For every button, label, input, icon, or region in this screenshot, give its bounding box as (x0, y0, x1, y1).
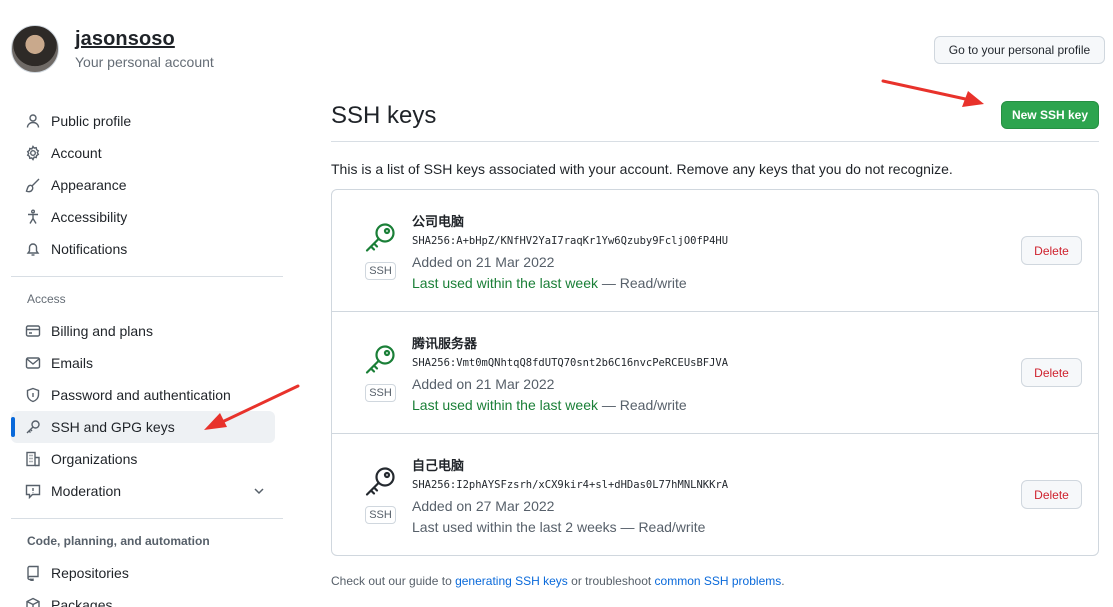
sidebar-item-appearance[interactable]: Appearance (11, 169, 275, 201)
sidebar-item-emails[interactable]: Emails (11, 347, 275, 379)
common-ssh-problems-link[interactable]: common SSH problems (655, 574, 782, 588)
list-item: SSH 公司电脑 SHA256:A+bHpZ/KNfHV2YaI7raqKr1Y… (332, 190, 1098, 312)
sidebar-divider (11, 276, 283, 277)
key-title: 自己电脑 (412, 458, 465, 473)
gear-icon (24, 144, 42, 162)
key-title: 公司电脑 (412, 214, 465, 229)
delete-key-button[interactable]: Delete (1021, 358, 1082, 387)
sidebar-item-label: SSH and GPG keys (51, 419, 175, 435)
sidebar-item-label: Account (51, 145, 102, 161)
sidebar-item-label: Public profile (51, 113, 132, 129)
key-fingerprint: SHA256:A+bHpZ/KNfHV2YaI7raqKr1Yw6Qzuby9F… (412, 235, 729, 247)
key-last-used-recent: Last used within the last week (412, 397, 598, 413)
package-icon (24, 596, 42, 607)
title-divider (331, 141, 1099, 142)
sidebar-item-label: Password and authentication (51, 387, 231, 403)
mail-icon (24, 354, 42, 372)
paintbrush-icon (24, 176, 42, 194)
person-icon (24, 112, 42, 130)
delete-key-button[interactable]: Delete (1021, 480, 1082, 509)
footer-text: . (781, 574, 785, 588)
sidebar-item-billing[interactable]: Billing and plans (11, 315, 275, 347)
footer-text: or troubleshoot (567, 574, 655, 588)
key-access-mode: — Read/write (598, 275, 687, 291)
user-header: jasonsoso Your personal account (11, 25, 214, 73)
bell-icon (24, 240, 42, 258)
sidebar-item-label: Moderation (51, 483, 122, 499)
sidebar-item-accessibility[interactable]: Accessibility (11, 201, 275, 233)
key-access-mode: — Read/write (598, 397, 687, 413)
page-title: SSH keys (331, 102, 437, 129)
repo-icon (24, 564, 42, 582)
sidebar-item-label: Appearance (51, 177, 127, 193)
key-icon (365, 345, 395, 374)
list-item: SSH 腾讯服务器 SHA256:Vmt0mQNhtqQ8fdUTQ70snt2… (332, 312, 1098, 434)
ssh-badge: SSH (365, 384, 396, 402)
delete-key-button[interactable]: Delete (1021, 236, 1082, 265)
sidebar-item-repositories[interactable]: Repositories (11, 557, 275, 589)
account-type-label: Your personal account (75, 54, 214, 70)
sidebar-divider (11, 518, 283, 519)
generating-ssh-keys-link[interactable]: generating SSH keys (455, 574, 568, 588)
key-fingerprint: SHA256:I2phAYSFzsrh/xCX9kir4+sl+dHDas0L7… (412, 479, 729, 491)
key-last-used: Last used within the last week — Read/wr… (412, 397, 687, 413)
sidebar-item-password[interactable]: Password and authentication (11, 379, 275, 411)
sidebar-group-code: Code, planning, and automation (27, 534, 210, 548)
key-icon (24, 418, 42, 436)
key-access-mode: Last used within the last 2 weeks — Read… (412, 519, 706, 535)
key-added-date: Added on 21 Mar 2022 (412, 254, 555, 270)
sidebar-item-packages[interactable]: Packages (11, 589, 275, 607)
sidebar-item-label: Organizations (51, 451, 138, 467)
sidebar-item-organizations[interactable]: Organizations (11, 443, 275, 475)
sidebar-group-access: Access (27, 292, 66, 306)
sidebar-item-label: Notifications (51, 241, 128, 257)
sidebar-item-label: Accessibility (51, 209, 128, 225)
sidebar-item-public-profile[interactable]: Public profile (11, 105, 275, 137)
sidebar-item-ssh-gpg-keys[interactable]: SSH and GPG keys (11, 411, 275, 443)
help-footer: Check out our guide to generating SSH ke… (331, 574, 785, 588)
key-icon (365, 467, 395, 496)
accessibility-icon (24, 208, 42, 226)
footer-text: Check out our guide to (331, 574, 456, 588)
annotation-arrow-new-key (881, 79, 984, 107)
sidebar-item-account[interactable]: Account (11, 137, 275, 169)
sidebar-item-moderation[interactable]: Moderation (11, 475, 275, 507)
settings-sidebar: Public profile Account Appearance Access… (11, 105, 283, 607)
key-last-used: Last used within the last week — Read/wr… (412, 275, 687, 291)
go-to-profile-button[interactable]: Go to your personal profile (934, 36, 1105, 64)
chevron-down-icon[interactable] (251, 483, 267, 499)
sidebar-item-label: Packages (51, 597, 113, 607)
sidebar-item-label: Repositories (51, 565, 129, 581)
username-link[interactable]: jasonsoso (75, 28, 214, 51)
key-last-used-recent: Last used within the last week (412, 275, 598, 291)
sidebar-item-label: Emails (51, 355, 94, 371)
ssh-badge: SSH (365, 262, 396, 280)
key-added-date: Added on 21 Mar 2022 (412, 376, 555, 392)
key-fingerprint: SHA256:Vmt0mQNhtqQ8fdUTQ70snt2b6C16nvcPe… (412, 357, 729, 369)
key-last-used: Last used within the last 2 weeks — Read… (412, 519, 705, 535)
credit-card-icon (24, 322, 42, 340)
ssh-keys-list: SSH 公司电脑 SHA256:A+bHpZ/KNfHV2YaI7raqKr1Y… (331, 189, 1099, 556)
sidebar-item-notifications[interactable]: Notifications (11, 233, 275, 265)
sidebar-item-label: Billing and plans (51, 323, 153, 339)
new-ssh-key-button[interactable]: New SSH key (1001, 101, 1099, 129)
key-added-date: Added on 27 Mar 2022 (412, 498, 555, 514)
key-title: 腾讯服务器 (412, 336, 478, 351)
organization-icon (24, 450, 42, 468)
intro-text: This is a list of SSH keys associated wi… (331, 161, 953, 177)
ssh-badge: SSH (365, 506, 396, 524)
list-item: SSH 自己电脑 SHA256:I2phAYSFzsrh/xCX9kir4+sl… (332, 434, 1098, 556)
avatar[interactable] (11, 25, 59, 73)
key-icon (365, 223, 395, 252)
shield-lock-icon (24, 386, 42, 404)
report-icon (24, 482, 42, 500)
